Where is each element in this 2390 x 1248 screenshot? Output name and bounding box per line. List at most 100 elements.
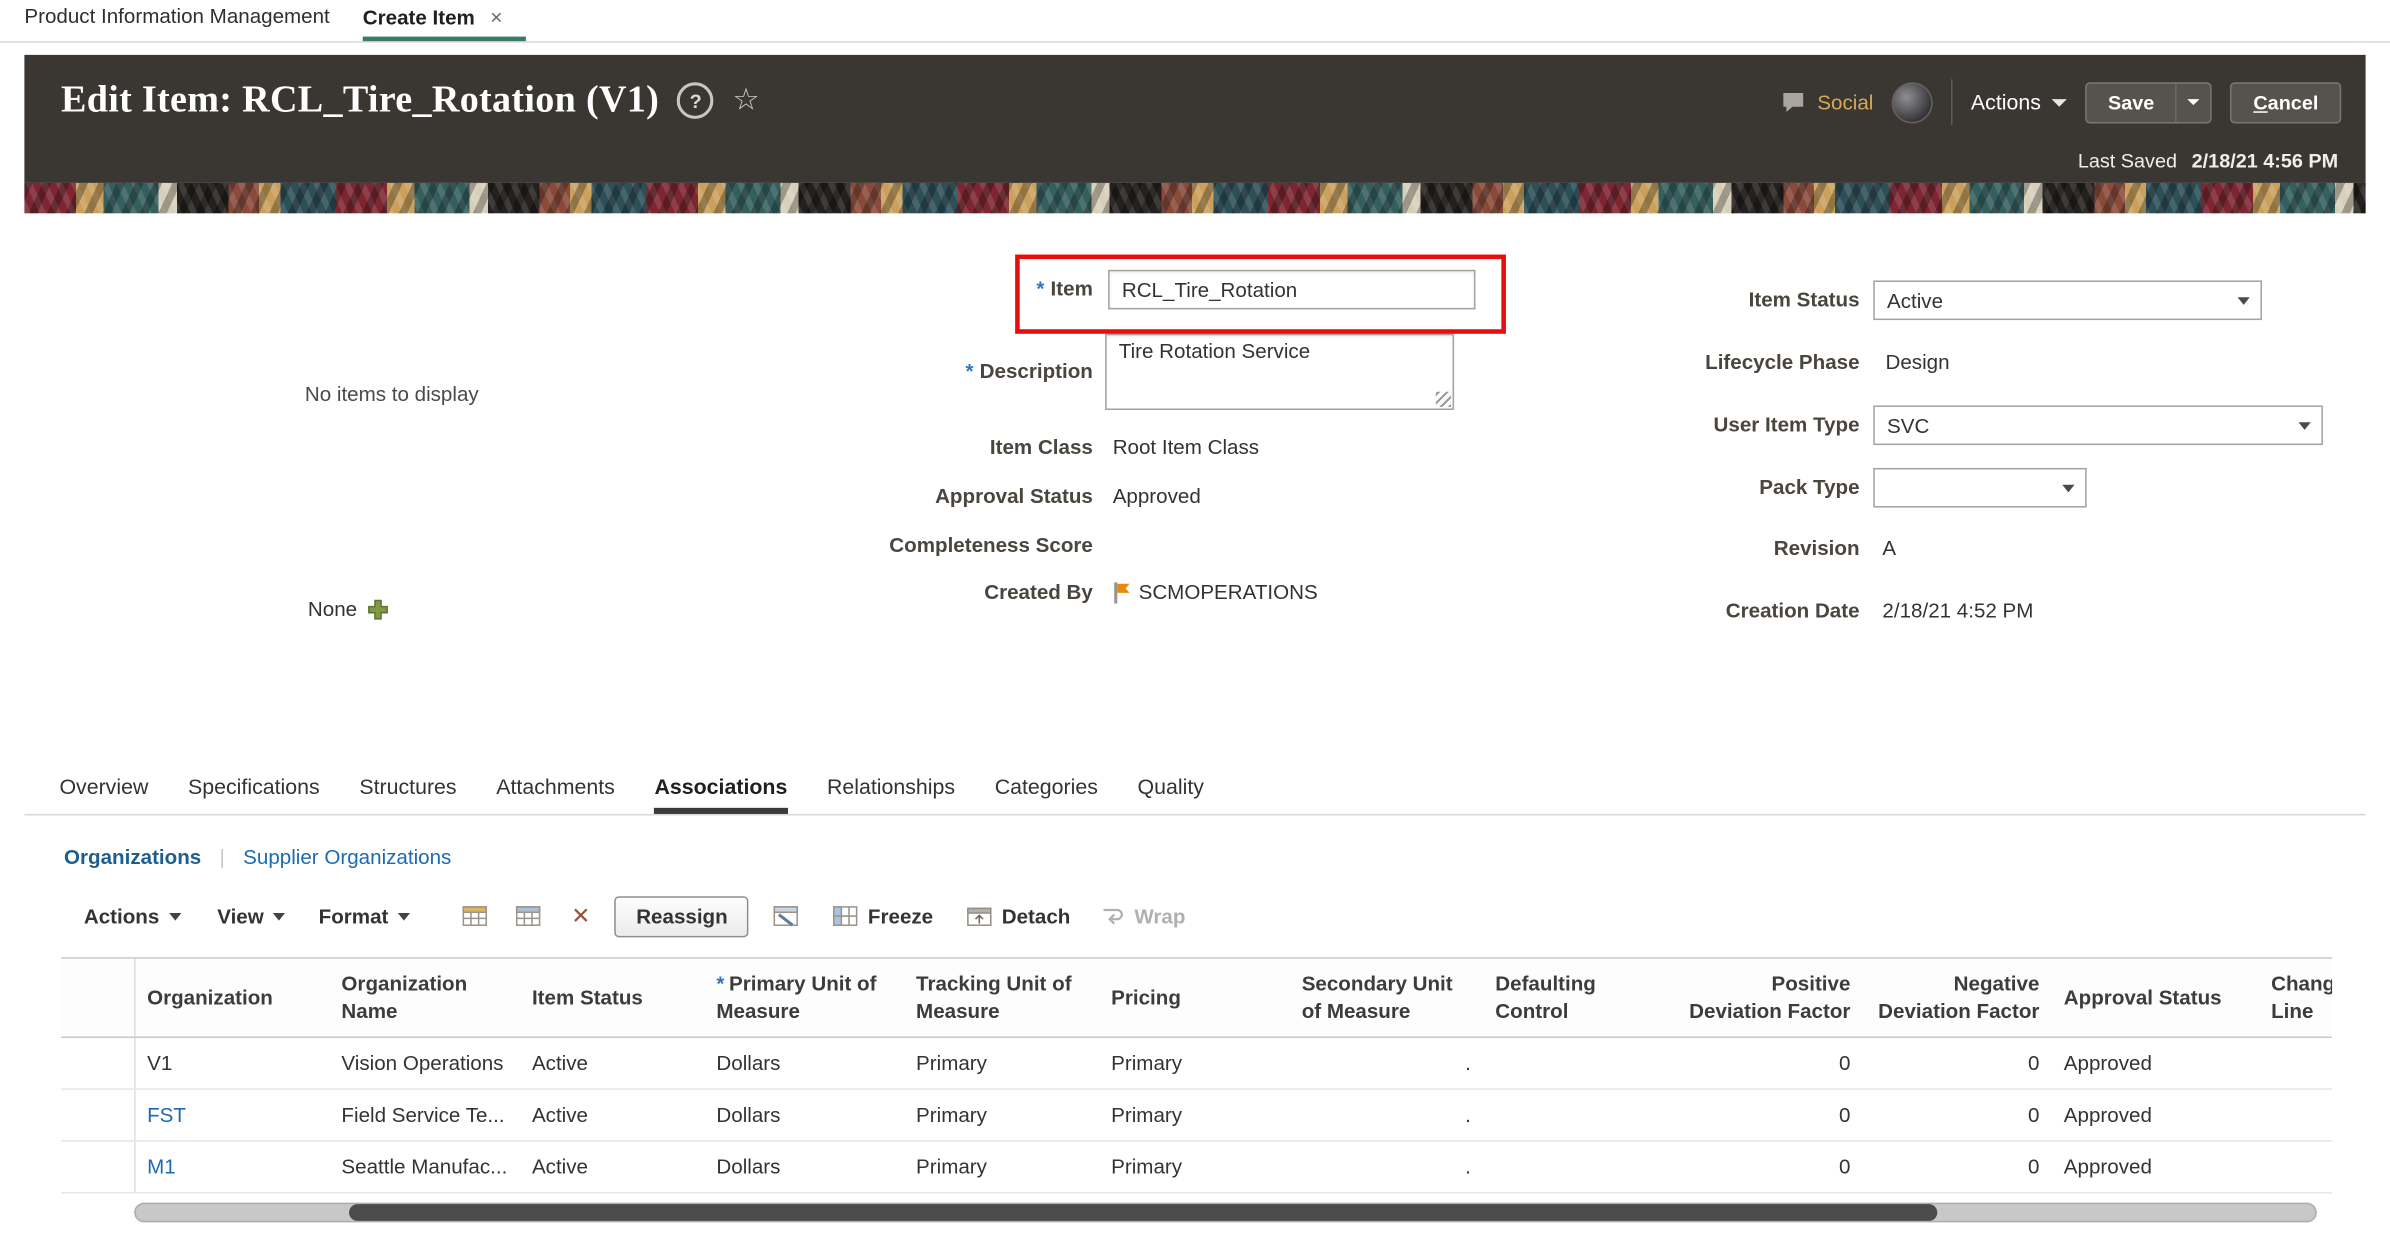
save-split-button: Save	[2085, 82, 2212, 123]
secondary-uom-cell: .	[1289, 1089, 1483, 1141]
required-icon: *	[966, 360, 974, 383]
required-icon: *	[716, 972, 724, 995]
chevron-down-icon	[2188, 99, 2200, 105]
subtab-supplier-organizations[interactable]: Supplier Organizations	[243, 846, 451, 869]
pricing-cell: Primary	[1099, 1089, 1290, 1141]
tab-associations[interactable]: Associations	[654, 774, 787, 814]
organization-cell: M1	[134, 1141, 329, 1193]
top-tab-bar: Product Information Management Create It…	[0, 0, 2390, 43]
social-network-icon[interactable]	[1892, 82, 1933, 123]
subtab-organizations[interactable]: Organizations	[64, 846, 201, 869]
detail-tab-bar: Overview Specifications Structures Attac…	[24, 764, 2365, 816]
table-row[interactable]: M1 Seattle Manufac... Active Dollars Pri…	[61, 1141, 2332, 1193]
save-button[interactable]: Save	[2087, 83, 2176, 121]
lifecycle-phase-label: Lifecycle Phase	[1494, 351, 1860, 374]
description-label: *Description	[579, 360, 1093, 383]
item-status-cell: Active	[520, 1089, 704, 1141]
tab-quality[interactable]: Quality	[1138, 774, 1204, 814]
detach-button[interactable]: Detach	[967, 904, 1071, 928]
row-selector[interactable]	[61, 1141, 134, 1193]
table-row[interactable]: FST Field Service Te... Active Dollars P…	[61, 1089, 2332, 1141]
scrollbar-thumb[interactable]	[349, 1204, 1937, 1221]
lifecycle-phase-value: Design	[1885, 351, 1949, 374]
tab-specifications[interactable]: Specifications	[188, 774, 320, 814]
table-copy-icon[interactable]	[515, 904, 541, 928]
row-selector[interactable]	[61, 1037, 134, 1089]
column-header-tracking-uom[interactable]: Tracking Unit of Measure	[904, 959, 1099, 1038]
query-by-example-icon[interactable]	[773, 904, 799, 928]
column-header-item-status[interactable]: Item Status	[520, 959, 704, 1038]
last-saved-value: 2/18/21 4:56 PM	[2192, 149, 2339, 172]
primary-uom-cell: Dollars	[704, 1037, 904, 1089]
tab-product-information-management[interactable]: Product Information Management	[24, 5, 329, 28]
item-class-label: Item Class	[579, 436, 1093, 459]
column-header-primary-uom[interactable]: *Primary Unit of Measure	[704, 959, 904, 1038]
decorative-pattern-strip	[24, 183, 2365, 213]
column-header-organization[interactable]: Organization	[134, 959, 329, 1038]
table-toolbar: Actions View Format ✕ Reassign Freeze De…	[61, 893, 2366, 939]
none-label: None	[308, 597, 357, 620]
change-line-cell	[2259, 1037, 2332, 1089]
item-summary-form: No items to display None *Item *Descript…	[0, 213, 2390, 763]
tab-categories[interactable]: Categories	[995, 774, 1098, 814]
table-row[interactable]: V1 Vision Operations Active Dollars Prim…	[61, 1037, 2332, 1089]
column-header-secondary-uom[interactable]: Secondary Unit of Measure	[1289, 959, 1483, 1038]
defaulting-control-cell	[1483, 1037, 1674, 1089]
toolbar-actions-menu[interactable]: Actions	[84, 905, 181, 928]
row-selector[interactable]	[61, 1089, 134, 1141]
table-new-icon[interactable]	[462, 904, 488, 928]
pack-type-select[interactable]	[1873, 468, 2086, 508]
creation-date-label: Creation Date	[1494, 599, 1860, 622]
tab-overview[interactable]: Overview	[59, 774, 148, 814]
page-header: Edit Item: RCL_Tire_Rotation (V1) ? ☆ So…	[24, 55, 2365, 183]
item-input[interactable]	[1108, 270, 1475, 310]
column-header-positive-deviation[interactable]: Positive Deviation Factor	[1674, 959, 1863, 1038]
approval-status-cell: Approved	[2052, 1089, 2259, 1141]
header-actions: Social Actions Save Cancel	[1781, 79, 2341, 125]
social-icon	[1781, 90, 1808, 114]
change-line-cell	[2259, 1089, 2332, 1141]
negative-deviation-cell: 0	[1863, 1037, 2052, 1089]
social-label: Social	[1817, 91, 1873, 114]
table-header-row: Organization Organization Name Item Stat…	[61, 959, 2332, 1038]
column-header-approval-status[interactable]: Approval Status	[2052, 959, 2259, 1038]
horizontal-scrollbar[interactable]	[134, 1203, 2317, 1223]
column-header-pricing[interactable]: Pricing	[1099, 959, 1290, 1038]
wrap-button[interactable]: Wrap	[1101, 905, 1186, 928]
chevron-down-icon	[398, 912, 410, 920]
organization-name-cell: Vision Operations	[329, 1037, 520, 1089]
add-plus-icon[interactable]	[368, 598, 389, 619]
description-input[interactable]: Tire Rotation Service	[1105, 334, 1454, 410]
reassign-button[interactable]: Reassign	[615, 895, 749, 936]
toolbar-format-menu[interactable]: Format	[319, 905, 410, 928]
user-item-type-select[interactable]: SVC	[1873, 405, 2323, 445]
organization-link[interactable]: M1	[147, 1156, 176, 1179]
delete-icon[interactable]: ✕	[571, 905, 590, 928]
freeze-button[interactable]: Freeze	[833, 904, 933, 928]
tab-create-item-label: Create Item	[363, 5, 475, 28]
close-icon[interactable]: ×	[490, 5, 502, 29]
item-status-select[interactable]: Active	[1873, 280, 2262, 320]
toolbar-view-menu[interactable]: View	[217, 905, 285, 928]
column-header-change-line[interactable]: Change Line	[2259, 959, 2332, 1038]
column-header-defaulting-control[interactable]: Defaulting Control	[1483, 959, 1674, 1038]
save-dropdown-button[interactable]	[2176, 83, 2211, 121]
column-header-organization-name[interactable]: Organization Name	[329, 959, 520, 1038]
header-actions-menu[interactable]: Actions	[1971, 90, 2067, 114]
divider	[1951, 79, 1953, 125]
user-item-type-label: User Item Type	[1494, 405, 1860, 445]
tab-attachments[interactable]: Attachments	[496, 774, 615, 814]
organization-link[interactable]: FST	[147, 1104, 186, 1127]
cancel-button[interactable]: Cancel	[2253, 91, 2318, 114]
column-header-negative-deviation[interactable]: Negative Deviation Factor	[1863, 959, 2052, 1038]
tab-relationships[interactable]: Relationships	[827, 774, 955, 814]
freeze-icon	[833, 904, 859, 928]
created-by-label: Created By	[579, 581, 1093, 604]
flag-icon	[1113, 581, 1131, 602]
help-icon[interactable]: ?	[677, 82, 714, 119]
resize-grip-icon[interactable]	[1436, 392, 1451, 407]
favorite-star-icon[interactable]: ☆	[732, 85, 759, 115]
social-button[interactable]: Social	[1781, 90, 1874, 114]
tab-create-item[interactable]: Create Item ×	[363, 5, 503, 29]
tab-structures[interactable]: Structures	[359, 774, 456, 814]
